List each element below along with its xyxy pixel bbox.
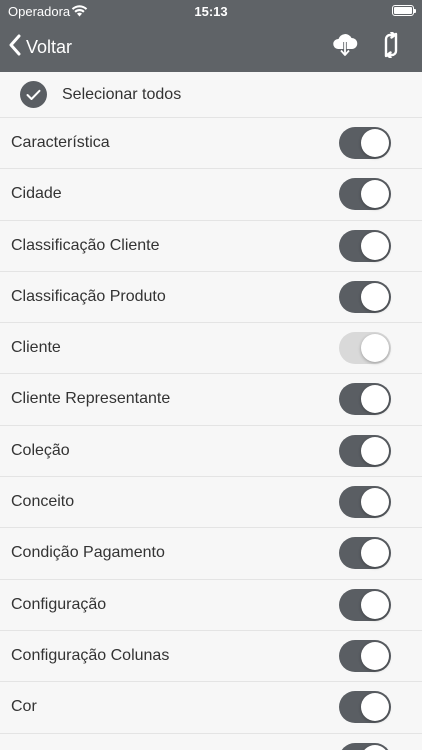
list-item-label: Configuração [11,595,107,613]
status-time: 15:13 [194,4,228,19]
chevron-left-icon [8,34,22,61]
sync-toggle[interactable] [339,383,391,416]
list-item: Configuração Colunas [0,630,422,683]
sync-toggle-disabled [339,332,391,365]
cloud-download-icon [331,32,359,63]
list-item-label: Coleção [11,441,70,459]
list-item-label: Classificação Produto [11,287,166,305]
sync-toggle[interactable] [339,691,391,724]
cloud-download-button[interactable] [330,32,360,62]
sync-toggle[interactable] [339,639,391,672]
toggle-knob [361,744,389,750]
toggle-knob [361,641,389,670]
list-item-label: Configuração Colunas [11,646,170,664]
list-item: Coleção [0,425,422,478]
list-item-label: Conceito [11,493,75,511]
list-item-label: Cidade [11,185,62,203]
list-item-label: Cliente Representante [11,390,171,408]
sync-arrows-icon [379,30,403,63]
list-item [0,733,422,750]
list-item: Configuração [0,579,422,631]
sync-button[interactable] [376,30,406,63]
list-item: Cidade [0,169,422,221]
list-item: Cor [0,682,422,734]
list-item: Conceito [0,477,422,529]
list-item: Classificação Cliente [0,220,422,272]
list-item-label: Classificação Cliente [11,236,160,254]
toggle-knob [361,385,389,414]
navigation-bar: Voltar [0,22,422,72]
toggle-knob [361,539,389,568]
checkmark-circle-icon[interactable] [20,81,47,108]
back-button[interactable]: Voltar [8,33,72,61]
status-bar: Operadora 15:13 [0,0,422,22]
toggle-knob [361,693,389,722]
toggle-knob [361,334,389,363]
select-all-row[interactable]: Selecionar todos [0,72,422,118]
toggle-knob [361,488,389,517]
sync-toggle[interactable] [339,486,391,519]
sync-toggle[interactable] [339,280,391,313]
entity-list: Característica Cidade Classificação Clie… [0,118,422,750]
sync-toggle[interactable] [339,434,391,467]
toggle-knob [361,282,389,311]
toggle-knob [361,231,389,260]
list-item-label: Característica [11,134,110,151]
list-item: Condição Pagamento [0,528,422,580]
toggle-knob [361,590,389,619]
sync-toggle[interactable] [339,537,391,570]
list-item: Característica [0,118,422,170]
back-button-label: Voltar [26,36,73,57]
sync-toggle[interactable] [339,742,391,750]
sync-toggle[interactable] [339,588,391,621]
list-item: Cliente [0,323,422,375]
select-all-label: Selecionar todos [62,85,182,103]
sync-toggle[interactable] [339,127,391,159]
sync-toggle[interactable] [339,178,391,211]
toggle-knob [361,436,389,465]
list-item-label: Cor [11,698,37,716]
list-item: Cliente Representante [0,374,422,426]
toggle-knob [361,180,389,209]
sync-toggle[interactable] [339,229,391,262]
list-item-label: Condição Pagamento [11,544,165,562]
toggle-knob [361,129,389,157]
battery-icon [392,5,416,16]
list-item-label: Cliente [11,339,61,357]
list-item: Classificação Produto [0,271,422,324]
